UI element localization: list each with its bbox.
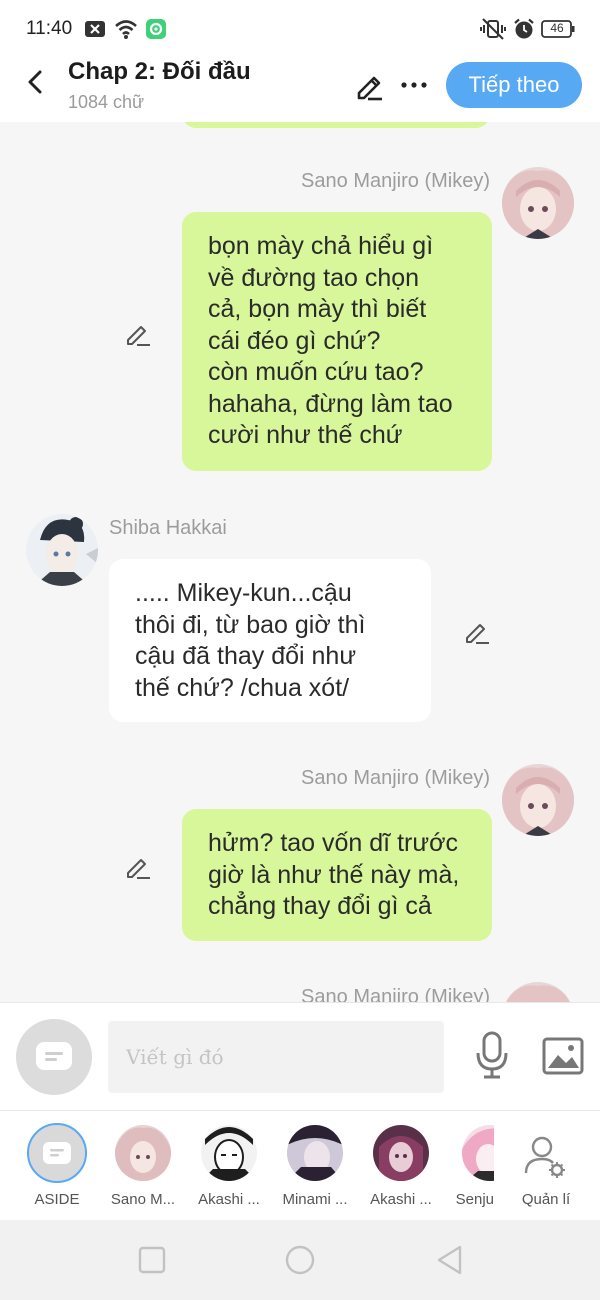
character-sano[interactable]: Sano M... [99, 1111, 187, 1221]
character-label: Senju [455, 1191, 494, 1208]
message-text: ..... Mikey-kun...cậu thôi đi, từ bao gi… [135, 579, 366, 702]
alarm-icon [514, 18, 534, 39]
message-bubble[interactable]: ..... Mikey-kun...cậu thôi đi, từ bao gi… [109, 559, 431, 722]
avatar-mikey-image [502, 982, 574, 1002]
character-akashi-1[interactable]: Akashi ... [185, 1111, 273, 1221]
message-bubble[interactable]: hửm? tao vốn dĩ trước giờ là như thế này… [182, 809, 492, 941]
sender-name: Sano Manjiro (Mikey) [301, 170, 490, 192]
character-label: Akashi ... [198, 1191, 260, 1208]
home-icon[interactable] [284, 1244, 316, 1276]
battery-level: 46 [550, 21, 564, 35]
message-bubble[interactable]: bọn mày chả hiểu gì về đường tao chọn cả… [182, 212, 492, 471]
image-icon[interactable] [542, 1037, 584, 1075]
more-icon[interactable] [398, 68, 430, 102]
page-title: Chap 2: Đối đầu [68, 58, 251, 85]
edit-message-icon[interactable] [124, 853, 152, 881]
next-button[interactable]: Tiếp theo [446, 62, 582, 108]
back-icon[interactable] [434, 1244, 466, 1276]
status-time: 11:40 [26, 18, 73, 39]
message-bubble-partial[interactable] [182, 122, 490, 128]
avatar-hakkai-image [26, 514, 98, 586]
chat-bubble-icon-glyph [43, 1142, 71, 1164]
aside-toggle-icon [36, 1042, 72, 1070]
word-count: 1084 chữ [68, 92, 145, 112]
character-label: Sano M... [110, 1191, 176, 1208]
message-text: hửm? tao vốn dĩ trước giờ là như thế này… [208, 829, 460, 920]
character-avatar-image [115, 1125, 171, 1181]
edit-message-icon[interactable] [124, 320, 152, 348]
chat-area[interactable]: Sano Manjiro (Mikey) bọn mày chả hiểu gì… [0, 122, 600, 1002]
close-notification-icon [85, 21, 105, 37]
manage-characters-button[interactable]: Quản lí [502, 1111, 590, 1221]
aside-toggle-button[interactable] [16, 1019, 92, 1095]
character-avatar [287, 1125, 343, 1181]
character-avatar-image [201, 1125, 257, 1181]
edit-message-icon[interactable] [463, 618, 491, 646]
character-avatar [115, 1125, 171, 1181]
character-avatar-image [287, 1125, 343, 1181]
character-bar: ASIDE Sano M... Akashi ... Minami ... Ak… [0, 1110, 600, 1220]
avatar-mikey[interactable] [502, 982, 574, 1002]
microphone-icon[interactable] [474, 1031, 510, 1081]
character-avatar [201, 1125, 257, 1181]
back-arrow-icon[interactable] [20, 66, 52, 98]
sender-name: Sano Manjiro (Mikey) [301, 767, 490, 789]
pencil-icon[interactable] [352, 68, 386, 102]
character-label: ASIDE [34, 1191, 80, 1208]
composer [0, 1002, 600, 1110]
character-label: Minami ... [282, 1191, 348, 1208]
vibrate-off-icon [480, 18, 506, 40]
wifi-icon [115, 20, 137, 39]
sender-name: Shiba Hakkai [109, 517, 227, 539]
character-aside[interactable]: ASIDE [13, 1111, 101, 1221]
status-bar: 11:40 46 [0, 0, 600, 56]
manage-user-icon [524, 1136, 565, 1178]
character-minami[interactable]: Minami ... [271, 1111, 359, 1221]
character-senju[interactable]: Senju [432, 1111, 494, 1221]
avatar-mikey-image [502, 764, 574, 836]
character-avatar [373, 1125, 429, 1181]
character-avatar-image [373, 1125, 429, 1181]
character-avatar [462, 1125, 494, 1181]
message-text: bọn mày chả hiểu gì về đường tao chọn cả… [208, 232, 453, 449]
header: Chap 2: Đối đầu 1084 chữ Tiếp theo [0, 56, 600, 122]
avatar-hakkai[interactable] [26, 514, 98, 586]
character-avatar-image [462, 1125, 494, 1181]
avatar-mikey[interactable] [502, 764, 574, 836]
app-notification-icon [146, 19, 166, 39]
system-nav-bar [0, 1220, 600, 1300]
chat-bubble-icon [27, 1123, 87, 1183]
character-label: Quản lí [521, 1191, 571, 1208]
avatar-mikey[interactable] [502, 167, 574, 239]
message-input[interactable] [108, 1021, 444, 1093]
recent-apps-icon[interactable] [136, 1244, 168, 1276]
sender-name: Sano Manjiro (Mikey) [301, 986, 490, 1002]
avatar-mikey-image [502, 167, 574, 239]
